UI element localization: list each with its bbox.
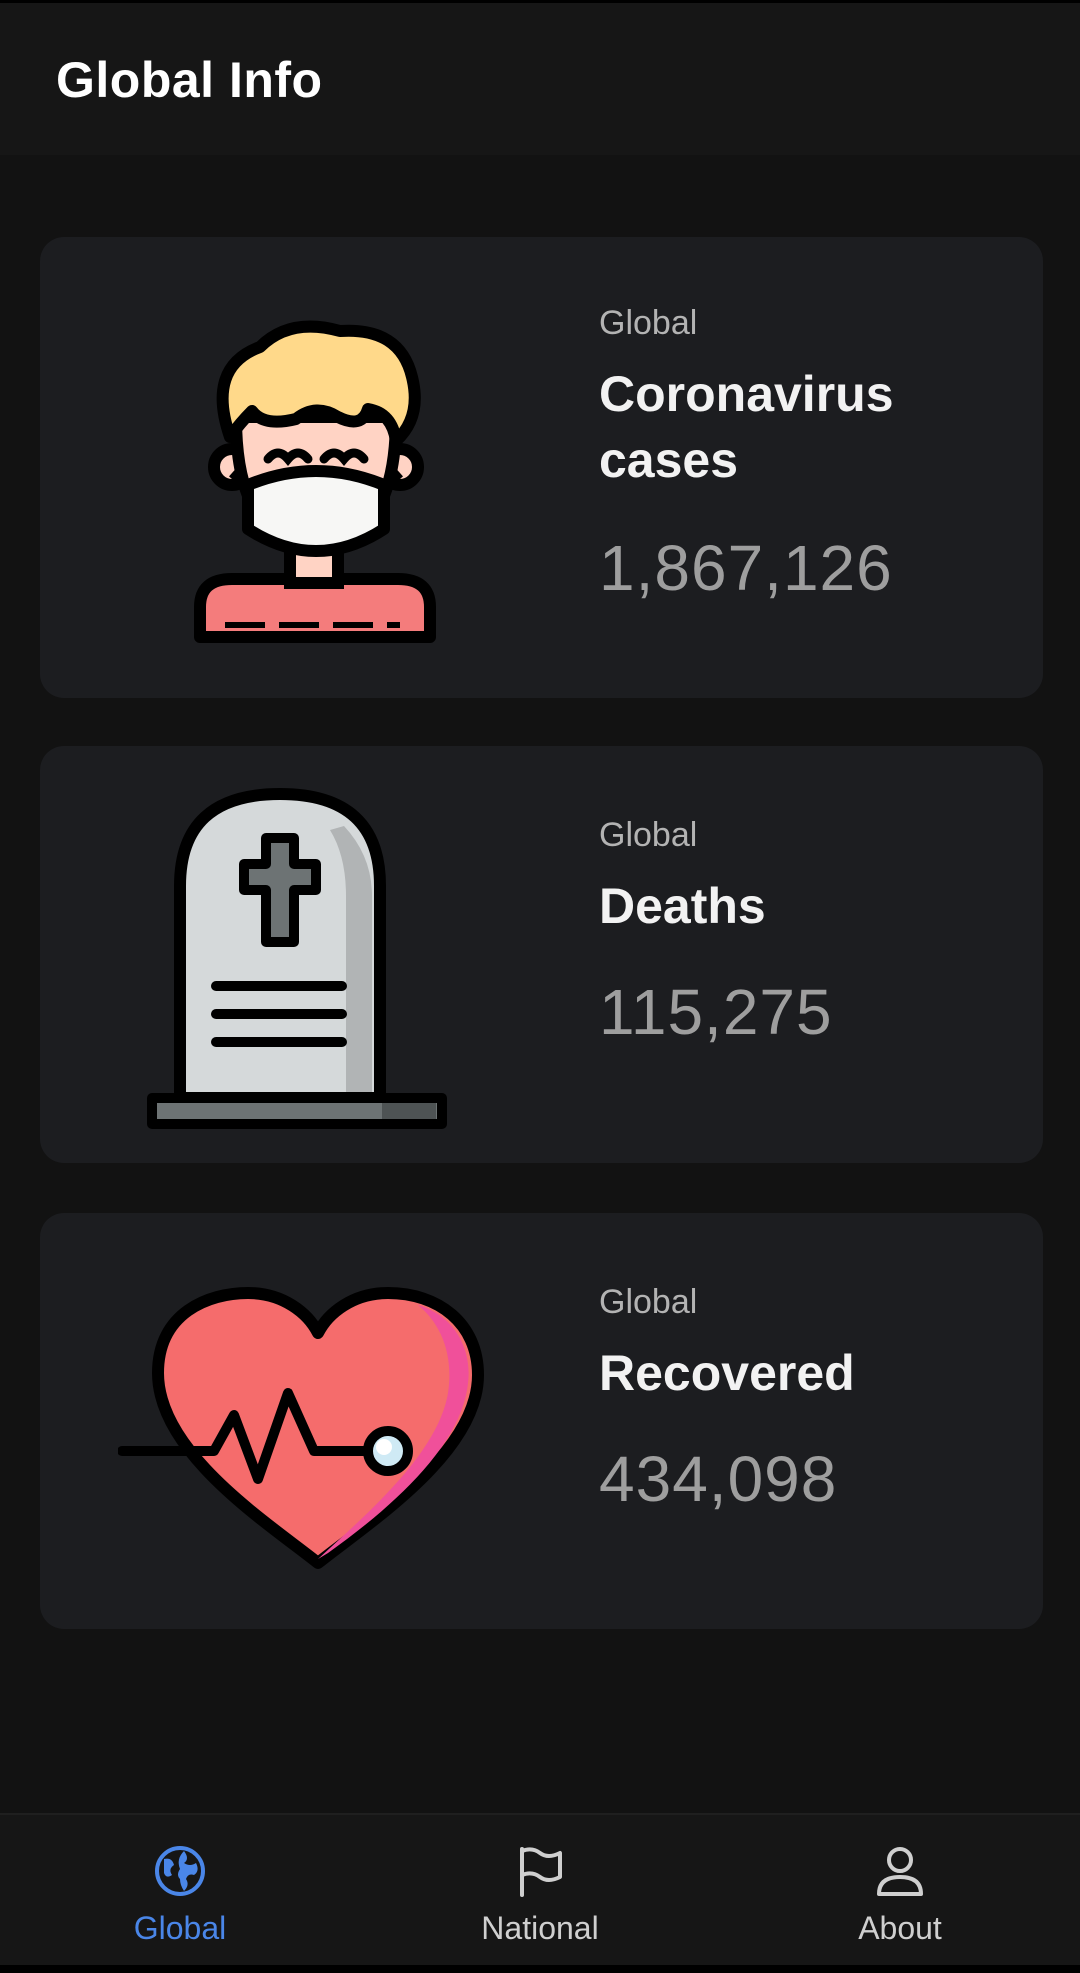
- person-icon: [877, 1847, 923, 1896]
- bottom-nav: Global National About: [0, 1813, 1080, 1967]
- masked-person-icon: [194, 320, 436, 643]
- card-kicker: Global: [599, 304, 698, 342]
- page-title: Global Info: [56, 52, 323, 108]
- flag-icon: [520, 1847, 562, 1897]
- card-label: Coronavirus cases: [599, 366, 894, 488]
- cases-count: 1,867,126: [599, 532, 893, 604]
- nav-item-global[interactable]: Global: [50, 1815, 310, 1967]
- deaths-text: Global Deaths 115,275: [599, 816, 1003, 1049]
- app-screen: Global Info Global Coronavirus cases 1,8…: [0, 0, 1080, 1973]
- card-label: Deaths: [599, 878, 766, 934]
- tombstone-icon: [147, 788, 447, 1129]
- globe-icon: [155, 1846, 205, 1896]
- deaths-card[interactable]: Global Deaths 115,275: [40, 746, 1043, 1163]
- recovered-card[interactable]: Global Recovered 434,098: [40, 1213, 1043, 1629]
- card-kicker: Global: [599, 816, 698, 854]
- nav-item-about[interactable]: About: [770, 1815, 1030, 1967]
- cases-text: Global Coronavirus cases 1,867,126: [599, 304, 1003, 605]
- card-label: Recovered: [599, 1345, 855, 1401]
- heartbeat-icon: [118, 1287, 484, 1569]
- app-bar: Global Info: [0, 3, 1080, 155]
- recovered-text: Global Recovered 434,098: [599, 1283, 1003, 1516]
- navigation-edge: [0, 1965, 1080, 1973]
- deaths-count: 115,275: [599, 976, 833, 1048]
- nav-label: Global: [133, 1910, 227, 1946]
- recovered-count: 434,098: [599, 1443, 838, 1515]
- cases-card[interactable]: Global Coronavirus cases 1,867,126: [40, 237, 1043, 698]
- nav-item-national[interactable]: National: [410, 1815, 670, 1967]
- nav-label: About: [858, 1910, 942, 1946]
- nav-label: National: [481, 1910, 599, 1946]
- card-kicker: Global: [599, 1283, 698, 1321]
